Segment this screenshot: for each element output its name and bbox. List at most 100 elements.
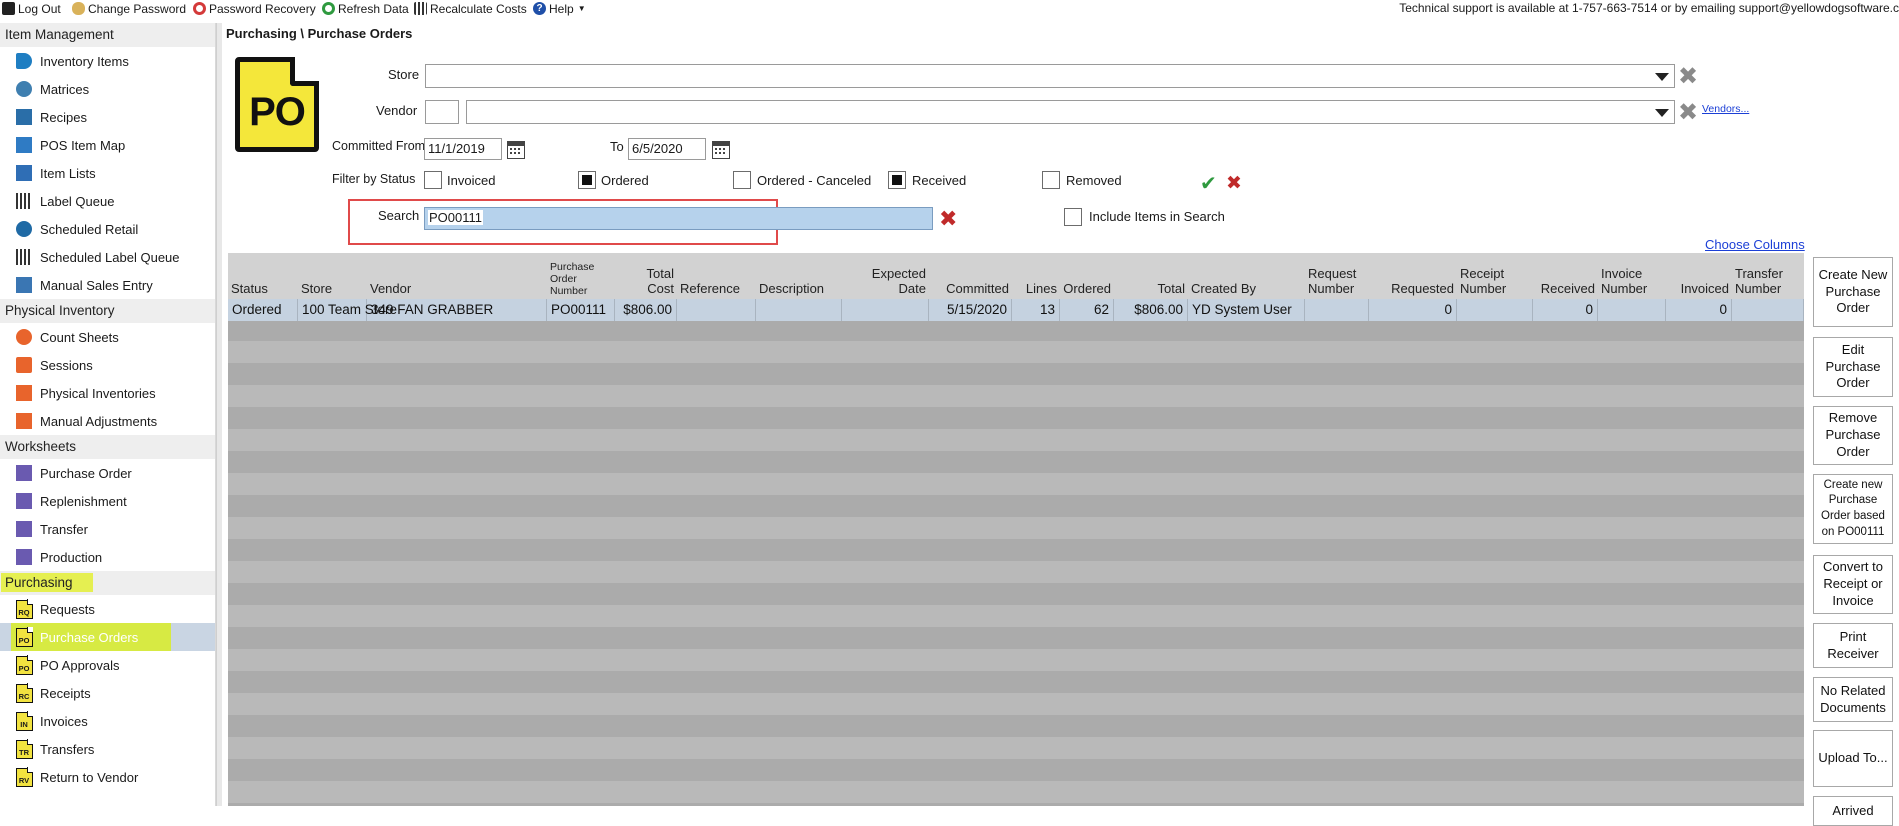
table-row[interactable]: Ordered 100 Team Store 349 FAN GRABBER PO00… — [228, 299, 1804, 321]
sidebar-item-transfers[interactable]: TR Transfers — [0, 735, 215, 763]
sidebar-item-pos-item-map[interactable]: POS Item Map — [0, 131, 215, 159]
column-header-store[interactable]: Store — [301, 281, 364, 297]
sidebar-splitter[interactable] — [216, 23, 222, 806]
vendor-clear-icon[interactable]: ✖ — [1678, 101, 1698, 125]
committed-from-input[interactable]: 11/1/2019 — [424, 138, 502, 160]
committed-to-input[interactable]: 6/5/2020 — [628, 138, 706, 160]
password-recovery-menu[interactable]: Password Recovery — [193, 0, 316, 17]
refresh-data-menu[interactable]: Refresh Data — [322, 0, 409, 17]
arrived-button[interactable]: Arrived — [1813, 796, 1893, 826]
column-header-transfer-number[interactable]: Transfer Number — [1735, 266, 1801, 297]
big-icon-text: PO — [249, 90, 306, 134]
sidebar-item-matrices[interactable]: Matrices — [0, 75, 215, 103]
cell-purchase-order-number: PO00111 — [547, 299, 615, 321]
document-tr-icon: TR — [14, 739, 34, 759]
calendar-icon[interactable] — [712, 141, 730, 159]
status-label-ordered: Ordered — [601, 173, 649, 188]
vendors-link[interactable]: Vendors... — [1702, 103, 1749, 115]
sidebar-item-po-approvals[interactable]: PO PO Approvals — [0, 651, 215, 679]
apply-check-icon[interactable]: ✔ — [1200, 174, 1217, 194]
help-menu[interactable]: ? Help ▼ — [533, 0, 586, 17]
column-header-reference[interactable]: Reference — [680, 281, 753, 297]
print-receiver-button[interactable]: Print Receiver — [1813, 623, 1893, 668]
column-header-created-by[interactable]: Created By — [1191, 281, 1302, 297]
sidebar-item-count-sheets[interactable]: Count Sheets — [0, 323, 215, 351]
remove-purchase-order-button[interactable]: Remove Purchase Order — [1813, 406, 1893, 465]
sidebar-item-purchase-orders[interactable]: PO Purchase Orders — [0, 623, 215, 651]
sidebar-item-receipts[interactable]: RC Receipts — [0, 679, 215, 707]
sidebar-item-scheduled-label-queue[interactable]: Scheduled Label Queue — [0, 243, 215, 271]
sidebar-item-replenishment[interactable]: Replenishment — [0, 487, 215, 515]
column-header-invoice-number[interactable]: Invoice Number — [1601, 266, 1663, 297]
column-header-vendor[interactable]: Vendor — [370, 281, 544, 297]
search-input[interactable]: PO00111 — [424, 207, 933, 230]
status-checkbox-invoiced[interactable] — [424, 171, 442, 189]
sidebar-item-label-queue[interactable]: Label Queue — [0, 187, 215, 215]
logout-menu[interactable]: Log Out — [2, 0, 61, 17]
status-checkbox-ordered-canceled[interactable] — [733, 171, 751, 189]
edit-purchase-order-button[interactable]: Edit Purchase Order — [1813, 337, 1893, 397]
recalculate-costs-menu[interactable]: Recalculate Costs — [414, 0, 527, 17]
status-checkbox-ordered[interactable] — [578, 171, 596, 189]
calendar-icon[interactable] — [507, 141, 525, 159]
column-header-total-cost[interactable]: Total Cost — [618, 266, 674, 297]
vendor-code-input[interactable] — [425, 100, 459, 124]
sidebar-item-physical-inventories[interactable]: Physical Inventories — [0, 379, 215, 407]
create-new-purchase-order-button[interactable]: Create New Purchase Order — [1813, 257, 1893, 327]
clear-status-icon[interactable]: ✖ — [1226, 174, 1242, 193]
convert-to-receipt-or-invoice-button[interactable]: Convert to Receipt or Invoice — [1813, 555, 1893, 614]
sidebar-item-purchase-order[interactable]: Purchase Order — [0, 459, 215, 487]
fork-knife-icon-shape — [16, 109, 32, 125]
column-header-requested[interactable]: Requested — [1372, 281, 1454, 297]
document-in-icon: IN — [14, 711, 34, 731]
sidebar-item-item-lists[interactable]: Item Lists — [0, 159, 215, 187]
sidebar-item-invoices[interactable]: IN Invoices — [0, 707, 215, 735]
store-select[interactable] — [425, 64, 1675, 88]
cell-committed: 5/15/2020 — [929, 299, 1012, 321]
po-doc-shape: TR — [15, 739, 33, 759]
change-password-menu[interactable]: Change Password — [72, 0, 186, 17]
column-header-lines[interactable]: Lines — [1015, 281, 1057, 297]
status-checkbox-removed[interactable] — [1042, 171, 1060, 189]
sidebar-item-recipes[interactable]: Recipes — [0, 103, 215, 131]
pin-icon-shape — [16, 357, 32, 373]
column-header-total[interactable]: Total — [1117, 281, 1185, 297]
document-rq-icon: RQ — [14, 599, 34, 619]
vendor-dropdown-icon[interactable] — [1655, 109, 1669, 117]
sidebar-item-label: Scheduled Label Queue — [40, 249, 180, 265]
column-header-committed[interactable]: Committed — [932, 281, 1009, 297]
sidebar-item-production[interactable]: Production — [0, 543, 215, 571]
search-clear-icon[interactable]: ✖ — [939, 208, 957, 230]
choose-columns-link[interactable]: Choose Columns — [1705, 237, 1805, 252]
column-header-purchase-order-number[interactable]: Purchase Order Number — [550, 261, 608, 297]
purchase-orders-grid[interactable]: Status Store Vendor Purchase Order Number To… — [228, 253, 1804, 806]
sidebar-item-return-to-vendor[interactable]: RV Return to Vendor — [0, 763, 215, 791]
store-dropdown-icon[interactable] — [1655, 73, 1669, 81]
column-header-request-number[interactable]: Request Number — [1308, 266, 1366, 297]
no-related-documents-button[interactable]: No Related Documents — [1813, 677, 1893, 722]
column-header-description[interactable]: Description — [759, 281, 839, 297]
column-header-status[interactable]: Status — [231, 281, 295, 297]
include-items-checkbox[interactable] — [1064, 208, 1082, 226]
column-header-receipt-number[interactable]: Receipt Number — [1460, 266, 1530, 297]
column-header-received[interactable]: Received — [1536, 281, 1595, 297]
store-clear-icon[interactable]: ✖ — [1678, 65, 1698, 89]
barcode-icon — [14, 191, 34, 211]
column-header-ordered[interactable]: Ordered — [1063, 281, 1111, 297]
status-checkbox-received[interactable] — [888, 171, 906, 189]
truck-icon-shape — [16, 549, 32, 565]
create-new-purchase-order-based-on-po00111-button[interactable]: Create new Purchase Order based on PO001… — [1813, 474, 1893, 544]
sidebar-item-inventory-items[interactable]: Inventory Items — [0, 47, 215, 75]
vendor-select[interactable] — [466, 100, 1675, 124]
sidebar-item-manual-adjustments[interactable]: Manual Adjustments — [0, 407, 215, 435]
sidebar-item-scheduled-retail[interactable]: Scheduled Retail — [0, 215, 215, 243]
sidebar-item-sessions[interactable]: Sessions — [0, 351, 215, 379]
column-header-expected-date[interactable]: Expected Date — [845, 266, 926, 297]
column-header-invoiced[interactable]: Invoiced — [1669, 281, 1729, 297]
sidebar-item-transfer[interactable]: Transfer — [0, 515, 215, 543]
sidebar-item-requests[interactable]: RQ Requests — [0, 595, 215, 623]
breadcrumb: Purchasing \ Purchase Orders — [226, 26, 413, 41]
sidebar-item-manual-sales-entry[interactable]: Manual Sales Entry — [0, 271, 215, 299]
upload-to-button[interactable]: Upload To... — [1813, 730, 1893, 787]
po-doc-shape: RC — [15, 683, 33, 703]
